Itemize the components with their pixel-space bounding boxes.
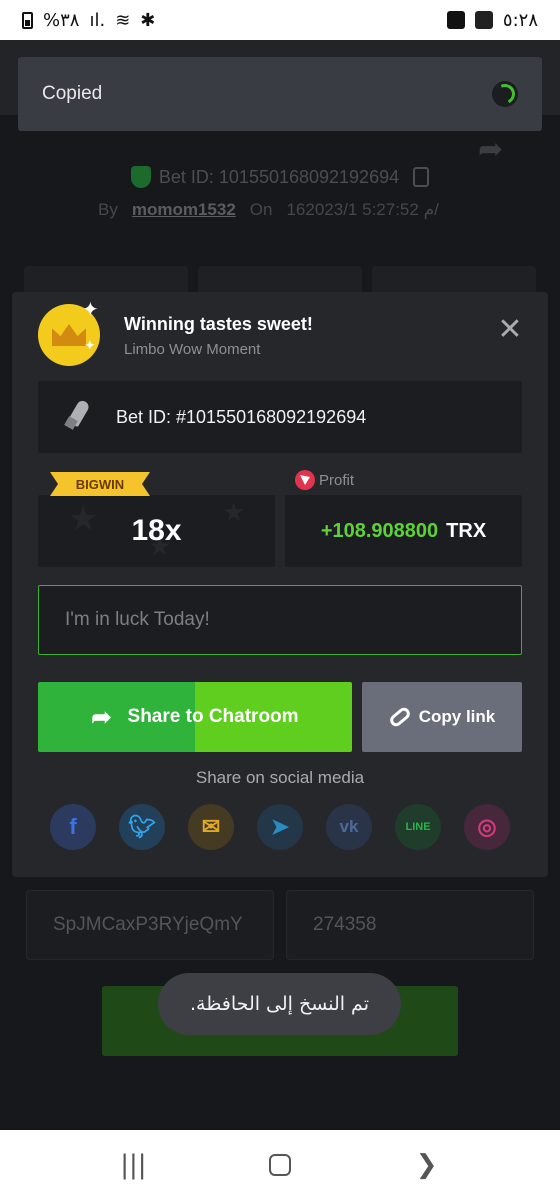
shield-icon bbox=[130, 166, 151, 188]
vk-icon[interactable]: vk bbox=[326, 804, 372, 850]
mail-icon[interactable]: ✉ bbox=[188, 804, 234, 850]
close-icon[interactable]: ✕ bbox=[496, 315, 524, 345]
rocket-icon bbox=[64, 398, 94, 434]
telegram-icon[interactable]: ➤ bbox=[257, 804, 303, 850]
social-icons-row: f 🐦︎ ✉ ➤ vk LINE ◎ bbox=[50, 804, 510, 850]
profit-box: +108.908800 TRX bbox=[285, 495, 522, 567]
profit-label: Profit bbox=[295, 470, 354, 490]
sparkle-icon: ✦ bbox=[84, 337, 96, 353]
loading-spinner-icon bbox=[492, 81, 518, 107]
bet-id-line: Bet ID: 101550168092192694 bbox=[0, 166, 560, 188]
byline: By momom1532 On 16م 5:27:52 2023/1/ bbox=[98, 200, 439, 220]
status-bar-left: %٣٨ ıl. ≋ ✱ bbox=[22, 10, 155, 31]
copied-text: Copied bbox=[42, 83, 103, 104]
profit-value: +108.908800 TRX bbox=[285, 495, 522, 567]
recent-apps-icon[interactable]: ||| bbox=[103, 1150, 163, 1180]
on-label: On bbox=[249, 200, 273, 219]
status-bar: %٣٨ ıl. ≋ ✱ ٥:٢٨ bbox=[0, 0, 560, 40]
home-icon bbox=[268, 1154, 291, 1176]
bluetooth-icon: ✱ bbox=[140, 9, 156, 31]
profit-label-text: Profit bbox=[319, 471, 355, 489]
message-input[interactable] bbox=[38, 585, 522, 655]
notification-icon bbox=[446, 11, 465, 29]
gallery-icon bbox=[474, 11, 493, 29]
navigation-bar: ||| ❯ bbox=[0, 1130, 560, 1200]
home-button[interactable] bbox=[250, 1154, 310, 1176]
clipboard-toast: تم النسخ إلى الحافظة. bbox=[158, 973, 401, 1035]
copied-notification: Copied bbox=[18, 57, 542, 131]
bet-id: Bet ID: #101550168092192694 bbox=[116, 406, 367, 427]
server-seed-field[interactable]: SpJMCaxP3RYjeQmY bbox=[26, 890, 274, 960]
crown-icon bbox=[52, 324, 86, 346]
username-link[interactable]: momom1532 bbox=[132, 200, 236, 220]
modal-subtitle: Limbo Wow Moment bbox=[124, 341, 261, 358]
twitter-icon[interactable]: 🐦︎ bbox=[119, 804, 165, 850]
share-arrow-icon: ➦ bbox=[91, 703, 112, 731]
battery-percent: %٣٨ bbox=[43, 9, 80, 31]
share-to-chatroom-button[interactable]: ➦ Share to Chatroom bbox=[38, 682, 352, 752]
facebook-icon[interactable]: f bbox=[50, 804, 96, 850]
copy-link-label: Copy link bbox=[418, 707, 496, 726]
instagram-icon[interactable]: ◎ bbox=[464, 804, 510, 850]
nonce-field[interactable]: 274358 bbox=[286, 890, 534, 960]
profit-amount: +108.908800 bbox=[320, 519, 439, 542]
link-icon bbox=[387, 705, 413, 729]
tron-icon bbox=[295, 470, 315, 490]
crown-badge-icon: ✦ ✦ bbox=[38, 300, 100, 366]
share-button-label: Share to Chatroom bbox=[127, 706, 299, 727]
signal-icon: ıl. bbox=[89, 9, 106, 31]
line-icon[interactable]: LINE bbox=[395, 804, 441, 850]
sparkle-icon: ✦ bbox=[82, 299, 99, 321]
bigwin-badge: BIGWIN bbox=[50, 472, 150, 496]
bet-id-box: Bet ID: #101550168092192694 bbox=[38, 381, 522, 453]
social-title: Share on social media bbox=[195, 768, 365, 787]
by-label: By bbox=[98, 200, 118, 219]
battery-icon bbox=[22, 11, 33, 29]
multiplier-value: 18x bbox=[131, 514, 182, 547]
copy-icon[interactable] bbox=[413, 167, 430, 187]
modal-title: Winning tastes sweet! bbox=[124, 314, 313, 334]
status-bar-right: ٥:٢٨ bbox=[446, 9, 538, 31]
copy-link-button[interactable]: Copy link bbox=[362, 682, 522, 752]
multiplier-box: ★ ★ ★ 18x bbox=[38, 495, 275, 567]
back-icon[interactable]: ❯ bbox=[397, 1150, 457, 1180]
profit-currency: TRX bbox=[446, 519, 487, 542]
share-icon[interactable]: ➦ bbox=[478, 132, 512, 166]
clock: ٥:٢٨ bbox=[502, 9, 538, 31]
date-text: 16م 5:27:52 2023/1/ bbox=[286, 200, 439, 219]
bet-id-text: Bet ID: 101550168092192694 bbox=[158, 166, 400, 187]
wifi-icon: ≋ bbox=[115, 9, 131, 31]
share-modal: ✦ ✦ Winning tastes sweet! Limbo Wow Mome… bbox=[12, 292, 548, 877]
